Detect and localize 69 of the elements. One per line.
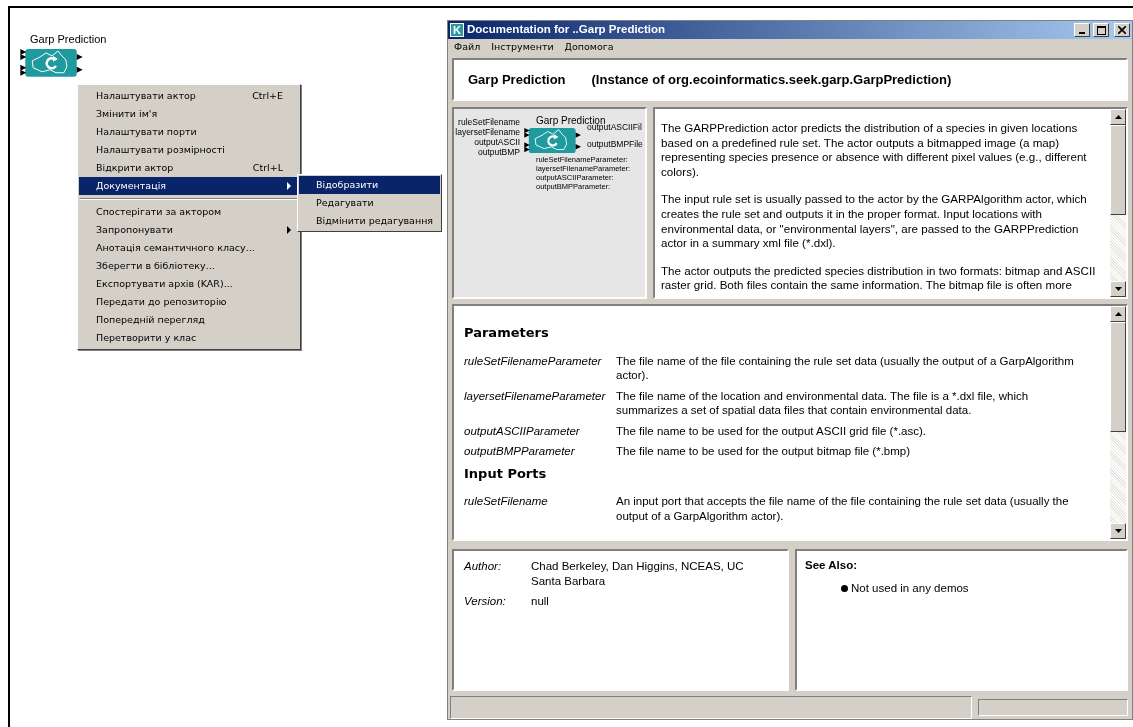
parameter-name: ruleSetFilenameParameter: [464, 353, 603, 369]
port-label: outputASCIIFil: [587, 123, 642, 132]
section-heading: Input Ports: [464, 465, 548, 482]
menu-item[interactable]: Документація: [79, 177, 299, 195]
menu-item[interactable]: Налаштувати актор Ctrl+E: [79, 87, 299, 105]
scroll-up-button[interactable]: [1110, 109, 1126, 125]
menu-item[interactable]: Відмінити редагування: [299, 212, 440, 230]
description-paragraph: The GARPPrediction actor predicts the distribution of a species in given locations based on a predefined rule set. The actor outputs a bitmapped image (a map) representing species presence or absence with different pixel values (e.g., different colors).: [661, 121, 1088, 180]
menu-item[interactable]: Анотація семантичного класу...: [79, 239, 299, 257]
parameter-description: The file name of the location and environmental data. The file is a *.dxl file, which summarizes a set of spatial data files that contain environmental data.: [616, 388, 1030, 418]
actor-class: (Instance of org.ecoinformatics.seek.garp.GarpPrediction): [591, 70, 952, 89]
menu-bar-item[interactable]: Інструменти: [491, 39, 554, 55]
info-value: null: [531, 594, 550, 609]
scroll-down-button[interactable]: [1110, 281, 1126, 297]
maximize-button[interactable]: [1093, 23, 1109, 37]
actor-name: Garp Prediction: [468, 70, 566, 89]
info-label: Version:: [464, 594, 507, 609]
parameter-name: outputASCIIParameter: [464, 423, 581, 439]
minimize-button[interactable]: [1074, 23, 1090, 37]
parameter-name: ruleSetFilename: [464, 494, 549, 510]
menu-item[interactable]: Відкрити актор Ctrl+L: [79, 159, 299, 177]
parameter-name: outputBMPParameter: [464, 444, 576, 459]
maximize-icon: [1096, 25, 1106, 35]
scroll-down-button[interactable]: [1110, 523, 1126, 539]
bullet-icon: [841, 585, 848, 593]
description-paragraph: The input rule set is usually passed to the actor by the GARPAlgorithm actor, which creates the rule set and outputs it in the proper format. Input locations with environmental data, or "environmental layers", are passed to the GARPPrediction actor in a summary xml file (*.dxl).: [661, 192, 1088, 251]
menu-item[interactable]: Передати до репозиторію: [79, 293, 299, 311]
port-label: outputBMPFile: [587, 140, 643, 149]
see-also-item: Not used in any demos: [851, 581, 969, 597]
menu-item[interactable]: Перетворити у клас: [79, 329, 299, 347]
menu-item[interactable]: Змінити ім'я: [79, 105, 299, 123]
app-icon: K: [450, 23, 464, 37]
parameter-description: The file name to be used for the output ASCII grid file (*.asc).: [616, 423, 928, 439]
description-paragraph: The actor outputs the predicted species distribution in two formats: bitmap and ASCII raster grid. Both files contain the same information. The bitmap file is often more: [661, 263, 1097, 293]
actor-label: Garp Prediction: [536, 116, 606, 125]
window-title: Documentation for ..Garp Prediction: [467, 22, 666, 38]
menu-item[interactable]: Відобразити: [299, 176, 440, 194]
info-label: Author:: [464, 559, 503, 574]
section-heading: Parameters: [464, 325, 550, 341]
scroll-up-button[interactable]: [1110, 306, 1126, 322]
menu-item[interactable]: Експортувати архів (KAR)...: [79, 275, 299, 293]
close-button[interactable]: [1114, 23, 1130, 37]
actor-label: Garp Prediction: [30, 32, 107, 47]
menu-item[interactable]: Редагувати: [299, 194, 440, 212]
parameter-name: layersetFilenameParameter: [464, 388, 607, 404]
port-label: layersetFilename: [455, 128, 520, 137]
port-label: outputASCII: [474, 138, 520, 147]
menu-bar-item[interactable]: Допомога: [564, 39, 614, 55]
menu-item[interactable]: Налаштувати порти: [79, 123, 299, 141]
parameter-description: An input port that accepts the file name of the file containing the rule set data (usually the output of a GarpAlgorithm actor).: [616, 494, 1070, 524]
down-arrow-icon: [1114, 529, 1122, 533]
port-label: ruleSetFilename: [458, 118, 520, 127]
info-value: Chad Berkeley, Dan Higgins, NCEAS, UC Santa Barbara: [531, 559, 745, 588]
menu-item[interactable]: Попередній перегляд: [79, 311, 299, 329]
scrollbar-thumb[interactable]: [1110, 322, 1126, 432]
menu-item[interactable]: Запропонувати: [79, 221, 299, 239]
menu-item[interactable]: Спостерігати за актором: [79, 203, 299, 221]
down-arrow-icon: [1114, 287, 1122, 291]
port-label: outputBMP: [477, 148, 520, 157]
see-also-heading: See Also:: [805, 558, 858, 573]
up-arrow-icon: [1114, 115, 1122, 119]
close-icon: [1118, 26, 1126, 34]
parameter-description: The file name of the file containing the rule set data (usually the output of a GarpAlgorithm actor).: [616, 353, 1075, 383]
up-arrow-icon: [1114, 312, 1122, 316]
menu-item[interactable]: Зберегти в бібліотеку...: [79, 257, 299, 275]
menu-item[interactable]: Налаштувати розмірності: [79, 141, 299, 159]
scrollbar-thumb[interactable]: [1110, 125, 1126, 215]
parameter-description: The file name to be used for the output bitmap file (*.bmp): [616, 444, 912, 459]
menu-bar-item[interactable]: Файл: [454, 39, 481, 55]
